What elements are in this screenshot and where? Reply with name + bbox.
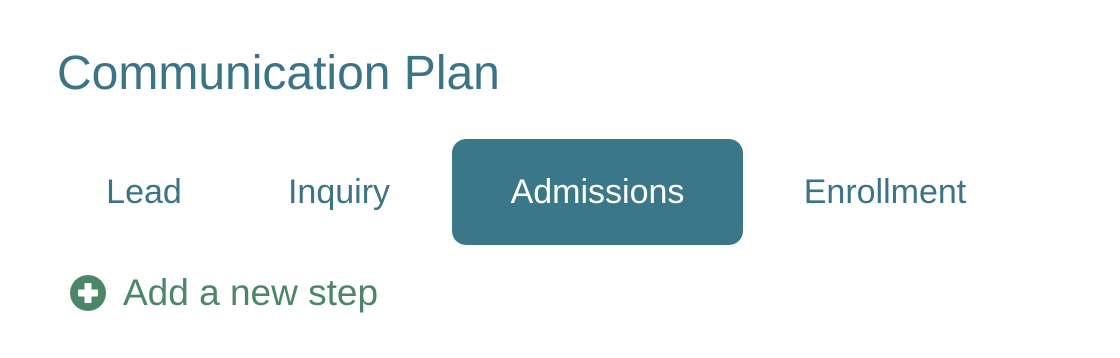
plus-circle-icon (70, 275, 106, 311)
tab-lead-label: Lead (106, 173, 182, 211)
communication-plan-page: Communication Plan Lead Inquiry Admissio… (0, 0, 1120, 358)
tab-enrollment-label: Enrollment (803, 173, 967, 211)
tab-admissions-label: Admissions (510, 173, 685, 211)
tab-admissions[interactable]: Admissions (452, 139, 743, 245)
tab-inquiry[interactable]: Inquiry (226, 139, 452, 245)
page-title: Communication Plan (57, 47, 500, 100)
tab-inquiry-label: Inquiry (287, 173, 391, 211)
add-new-step-button[interactable]: Add a new step (70, 270, 378, 316)
add-new-step-label: Add a new step (123, 272, 379, 313)
stage-tabs: Lead Inquiry Admissions Enrollment (62, 139, 1027, 245)
tab-lead[interactable]: Lead (62, 139, 226, 245)
tab-enrollment[interactable]: Enrollment (743, 139, 1027, 245)
